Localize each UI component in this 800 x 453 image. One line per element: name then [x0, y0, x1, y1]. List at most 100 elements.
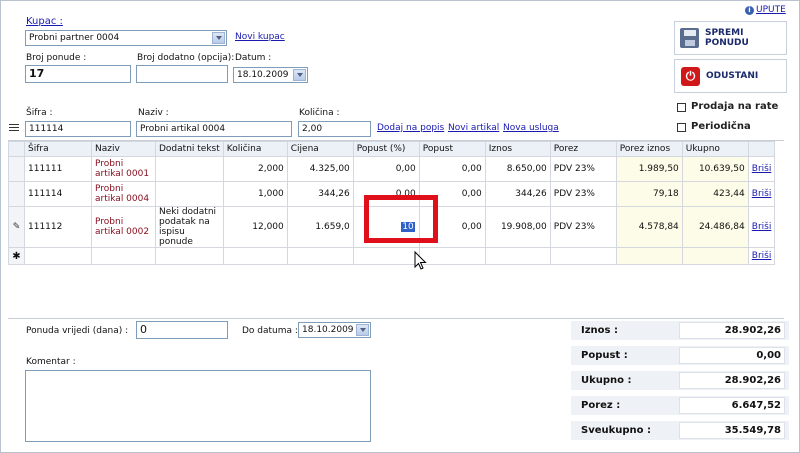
empty-cell[interactable]	[222, 247, 288, 265]
empty-cell[interactable]	[418, 247, 486, 265]
cell-name[interactable]: Probni artikal 0001	[91, 156, 156, 182]
empty-cell[interactable]	[24, 247, 92, 265]
cell-total[interactable]: 24.486,84	[681, 206, 749, 248]
cell-tax[interactable]: PDV 23%	[549, 156, 617, 182]
column-header[interactable]: Količina	[222, 141, 288, 157]
cell-tax[interactable]: PDV 23%	[549, 181, 617, 207]
cell-extra-text[interactable]: Neki dodatni podatak na ispisu ponude	[155, 206, 224, 248]
row-selector[interactable]	[8, 156, 25, 182]
valid-days-input[interactable]: 0	[136, 321, 228, 339]
cell-code[interactable]: 111114	[24, 181, 92, 207]
grand-total-value: 35.549,78	[679, 422, 785, 439]
empty-cell[interactable]	[352, 247, 420, 265]
code-input[interactable]: 111114	[25, 121, 131, 137]
date-value: 18.10.2009	[237, 70, 289, 80]
cell-tax-amount[interactable]: 4.578,84	[615, 206, 683, 248]
floppy-disk-icon	[680, 28, 699, 48]
cell-tax[interactable]: PDV 23%	[549, 206, 617, 248]
cell-quantity[interactable]: 12,000	[222, 206, 288, 248]
new-customer-link[interactable]: Novi kupac	[235, 32, 285, 42]
empty-cell[interactable]	[549, 247, 617, 265]
customer-label[interactable]: Kupac :	[26, 16, 63, 27]
date-picker[interactable]: 18.10.2009	[233, 67, 308, 83]
until-date-label: Do datuma :	[242, 326, 298, 336]
column-header[interactable]: Porez	[549, 141, 617, 157]
row-selector[interactable]: ✎	[8, 206, 25, 248]
cell-extra-text[interactable]	[155, 181, 224, 207]
cancel-button[interactable]: ⏻ ODUSTANI	[674, 59, 787, 93]
help-link[interactable]: i UPUTE	[745, 5, 786, 15]
cell-quantity[interactable]: 1,000	[222, 181, 288, 207]
cell-code[interactable]: 111112	[24, 206, 92, 248]
delete-row-link[interactable]: Briši	[752, 222, 772, 232]
new-service-link[interactable]: Nova usluga	[503, 123, 559, 133]
add-to-list-link[interactable]: Dodaj na popis	[377, 123, 444, 133]
delete-row-link[interactable]: Briši	[752, 251, 772, 261]
power-icon: ⏻	[681, 66, 700, 86]
until-date-picker[interactable]: 18.10.2009	[298, 322, 371, 338]
extra-number-input[interactable]	[136, 65, 228, 83]
name-input[interactable]: Probni artikal 0004	[136, 121, 292, 137]
asterisk-icon: ✱	[12, 250, 21, 262]
column-header[interactable]: Naziv	[91, 141, 156, 157]
column-header[interactable]: Iznos	[484, 141, 551, 157]
empty-cell[interactable]	[681, 247, 749, 265]
cell-tax-amount[interactable]: 1.989,50	[615, 156, 683, 182]
date-label: Datum :	[235, 53, 272, 63]
column-header[interactable]: Porez iznos	[615, 141, 683, 157]
offer-number-input[interactable]: 17	[25, 65, 131, 83]
empty-cell[interactable]	[155, 247, 224, 265]
chevron-down-icon[interactable]	[212, 32, 225, 44]
cell-amount[interactable]: 344,26	[484, 181, 551, 207]
customer-select[interactable]: Probni partner 0004	[25, 30, 227, 46]
column-header[interactable]: Šifra	[24, 141, 92, 157]
column-header[interactable]: Dodatni tekst	[155, 141, 224, 157]
grand-total-label: Sveukupno :	[581, 425, 652, 436]
app-window: i UPUTE Kupac : Probni partner 0004 Novi…	[0, 0, 800, 453]
cell-code[interactable]: 111111	[24, 156, 92, 182]
delete-row-link[interactable]: Briši	[752, 189, 772, 199]
cell-discount-pct[interactable]: 0,00	[352, 156, 420, 182]
table-row[interactable]: 111111 Probni artikal 0001 2,000 4.325,0…	[8, 156, 776, 182]
total-subtotal-label: Ukupno :	[581, 375, 632, 386]
total-amount-value: 28.902,26	[679, 322, 785, 339]
cell-price[interactable]: 1.659,0	[286, 206, 354, 248]
save-offer-button[interactable]: SPREMI PONUDU	[674, 21, 787, 55]
row-selector[interactable]: ✱	[8, 247, 25, 265]
chevron-down-icon[interactable]	[356, 324, 369, 336]
comment-textarea[interactable]	[25, 370, 371, 442]
column-header[interactable]: Popust (%)	[352, 141, 420, 157]
cell-amount[interactable]: 19.908,00	[484, 206, 551, 248]
row-selector[interactable]	[8, 181, 25, 207]
cell-price[interactable]: 344,26	[286, 181, 354, 207]
cell-discount[interactable]: 0,00	[418, 156, 486, 182]
empty-cell[interactable]	[91, 247, 156, 265]
cell-amount[interactable]: 8.650,00	[484, 156, 551, 182]
column-header[interactable]: Popust	[418, 141, 486, 157]
periodic-checkbox[interactable]	[677, 123, 686, 132]
new-article-link[interactable]: Novi artikal	[448, 123, 499, 133]
help-link-label[interactable]: UPUTE	[756, 5, 786, 15]
installments-checkbox[interactable]	[677, 103, 686, 112]
cell-extra-text[interactable]	[155, 156, 224, 182]
empty-cell[interactable]	[286, 247, 354, 265]
cell-quantity[interactable]: 2,000	[222, 156, 288, 182]
cell-tax-amount[interactable]: 79,18	[615, 181, 683, 207]
cell-total[interactable]: 423,44	[681, 181, 749, 207]
empty-cell[interactable]	[484, 247, 551, 265]
cell-price[interactable]: 4.325,00	[286, 156, 354, 182]
column-header[interactable]: Cijena	[286, 141, 354, 157]
column-header[interactable]: Ukupno	[681, 141, 749, 157]
offer-number-label: Broj ponude :	[26, 53, 87, 63]
empty-cell[interactable]	[615, 247, 683, 265]
chevron-down-icon[interactable]	[293, 69, 306, 81]
cell-total[interactable]: 10.639,50	[681, 156, 749, 182]
cell-name[interactable]: Probni artikal 0002	[91, 206, 156, 248]
delete-row-link[interactable]: Briši	[752, 164, 772, 174]
quantity-label: Količina :	[299, 108, 340, 118]
quantity-input[interactable]: 2,00	[298, 121, 371, 137]
extra-number-label: Broj dodatno (opcija):	[137, 53, 235, 63]
highlight-box	[364, 195, 438, 243]
cell-name[interactable]: Probni artikal 0004	[91, 181, 156, 207]
new-row[interactable]: ✱ Briši	[8, 247, 776, 265]
